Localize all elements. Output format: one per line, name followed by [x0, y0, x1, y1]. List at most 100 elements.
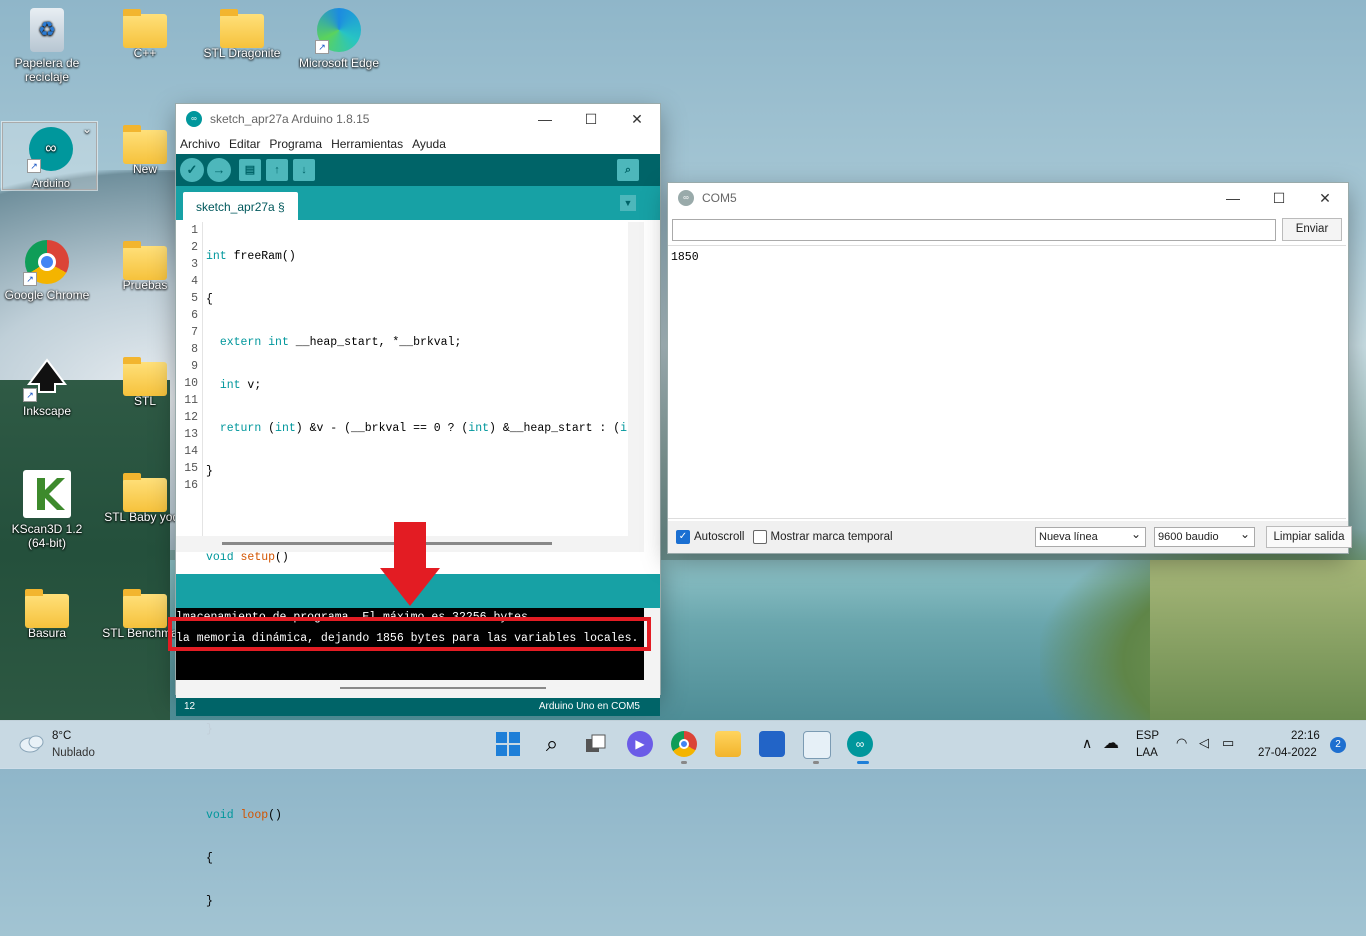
arduino-logo-icon: ∞ [678, 190, 694, 206]
shortcut-arrow-icon: ↗ [23, 388, 37, 402]
shortcut-arrow-icon: ↗ [27, 159, 41, 173]
desktop-icon-inkscape[interactable]: ↗ Inkscape [2, 356, 92, 418]
arduino-logo-icon: ∞ [186, 111, 202, 127]
code-line: } [206, 465, 213, 478]
desktop-icon-stl-dragonite[interactable]: STL Dragonite [197, 8, 287, 60]
maximize-button[interactable]: ☐ [568, 111, 614, 128]
serial-monitor-button[interactable]: ⌕ [617, 159, 639, 181]
upload-button[interactable]: → [207, 158, 231, 182]
maximize-button[interactable]: ☐ [1256, 190, 1302, 207]
line-number: 8 [191, 343, 198, 356]
desktop-icon-edge[interactable]: ↗ Microsoft Edge [294, 8, 384, 70]
running-indicator [681, 761, 687, 764]
footer-line-number: 12 [184, 701, 196, 712]
autoscroll-label: Autoscroll [694, 531, 745, 543]
desktop-icon-cpp-folder[interactable]: C++ [100, 8, 190, 60]
desktop-icon-basura[interactable]: Basura [2, 588, 92, 640]
line-number: 16 [184, 479, 198, 492]
desktop-icon-kscan3d[interactable]: KScan3D 1.2 (64-bit) [2, 470, 92, 550]
desktop-icon-label: KScan3D 1.2 (64-bit) [11, 522, 83, 550]
close-button[interactable]: ✕ [614, 111, 660, 128]
active-indicator [857, 761, 869, 764]
ide-tab-row: sketch_apr27a § ▼ [176, 186, 660, 220]
clock-time[interactable]: 22:16 [1291, 730, 1320, 742]
wallpaper-trees [0, 380, 170, 720]
code-line: int freeRam() [206, 250, 296, 263]
tab-menu-icon[interactable]: ▼ [620, 195, 636, 211]
desktop-icon-recycle-bin[interactable]: ♻ Papelera de reciclaje [2, 8, 92, 84]
notification-badge[interactable]: 2 [1330, 737, 1346, 753]
clear-output-button[interactable]: Limpiar salida [1266, 526, 1352, 548]
wifi-icon[interactable]: ◠ [1176, 735, 1187, 751]
chat-icon[interactable]: ▶ [627, 731, 653, 757]
task-view-icon[interactable] [583, 731, 609, 757]
language-code[interactable]: ESP [1136, 730, 1159, 742]
minimize-button[interactable]: — [522, 111, 568, 128]
desktop-icon-chrome[interactable]: ↗ Google Chrome [2, 240, 92, 302]
close-button[interactable]: ✕ [1302, 190, 1348, 207]
menu-programa[interactable]: Programa [269, 137, 322, 151]
store-icon[interactable] [759, 731, 785, 757]
open-sketch-button[interactable]: ↑ [266, 159, 288, 181]
console-horizontal-scrollbar[interactable] [176, 680, 660, 698]
folder-icon [123, 9, 167, 48]
menu-editar[interactable]: Editar [229, 137, 260, 151]
autoscroll-checkbox[interactable]: ✓ [676, 530, 690, 544]
line-number: 6 [191, 309, 198, 322]
verify-button[interactable]: ✓ [180, 158, 204, 182]
serial-titlebar[interactable]: ∞ COM5 — ☐ ✕ [668, 183, 1348, 213]
weather-desc: Nublado [52, 747, 95, 759]
onedrive-icon[interactable]: ☁ [1103, 733, 1119, 753]
recycle-bin-icon: ♻ [30, 8, 64, 52]
baud-rate-select[interactable]: 9600 baudio [1154, 525, 1255, 547]
volume-icon[interactable]: ◁ [1199, 735, 1209, 751]
serial-send-input[interactable] [672, 219, 1276, 241]
file-explorer-icon[interactable] [715, 731, 741, 757]
search-icon[interactable]: ⌕ [539, 731, 565, 757]
code-editor[interactable]: 1 2 3 4 5 6 7 8 9 10 11 12 13 14 15 16 int freeRam() { … [176, 222, 644, 908]
serial-window-title: COM5 [702, 191, 737, 205]
folder-icon [123, 473, 167, 512]
weather-cloud-icon[interactable] [18, 731, 46, 755]
timestamp-checkbox[interactable] [752, 530, 767, 544]
footer-board: Arduino Uno en COM5 [538, 701, 640, 712]
down-arrow-annotation [380, 522, 440, 606]
line-number: 7 [191, 326, 198, 339]
arduino-taskbar-icon[interactable]: ∞ [847, 731, 873, 757]
line-number: 1 [191, 224, 198, 237]
menu-archivo[interactable]: Archivo [180, 137, 220, 151]
folder-icon [123, 241, 167, 280]
tab-sketch[interactable]: sketch_apr27a § [183, 192, 298, 220]
ide-titlebar[interactable]: ∞ sketch_apr27a Arduino 1.8.15 — ☐ ✕ [176, 104, 660, 134]
menu-ayuda[interactable]: Ayuda [412, 137, 446, 151]
serial-output[interactable]: 1850 [668, 245, 1346, 519]
ide-menubar: Archivo Editar Programa Herramientas Ayu… [176, 134, 660, 154]
code-line: { [206, 293, 213, 306]
chrome-taskbar-icon[interactable] [671, 731, 697, 757]
line-ending-select[interactable]: Nueva línea [1035, 525, 1146, 547]
serial-monitor-window[interactable]: ∞ COM5 — ☐ ✕ Enviar 1850 ✓ Autoscroll Mo… [668, 183, 1352, 553]
minimize-button[interactable]: — [1210, 190, 1256, 207]
line-number: 11 [184, 394, 198, 407]
ide-window-title: sketch_apr27a Arduino 1.8.15 [210, 112, 370, 126]
save-sketch-button[interactable]: ↓ [293, 159, 315, 181]
battery-icon[interactable]: ▭ [1222, 735, 1234, 751]
menu-herramientas[interactable]: Herramientas [331, 137, 403, 151]
clock-date[interactable]: 27-04-2022 [1258, 747, 1317, 759]
start-button[interactable] [495, 731, 521, 757]
desktop-icon-label: STL Dragonite [203, 46, 281, 60]
code-line: { [206, 852, 213, 865]
line-number: 12 [184, 411, 198, 424]
chevron-up-icon[interactable]: ∧ [1082, 735, 1092, 752]
editor-vertical-scrollbar[interactable] [628, 222, 644, 552]
folder-icon [123, 589, 167, 628]
keyboard-layout[interactable]: LAA [1136, 747, 1158, 759]
desktop-icon-label: Microsoft Edge [298, 56, 380, 70]
code-line: } [206, 895, 213, 908]
send-button[interactable]: Enviar [1282, 218, 1342, 241]
new-sketch-button[interactable]: ▤ [239, 159, 261, 181]
arduino-icon: ∞ ↗ [27, 127, 73, 173]
performance-monitor-icon[interactable] [803, 731, 831, 759]
serial-bottom-bar: ✓ Autoscroll Mostrar marca temporal Nuev… [668, 521, 1352, 553]
desktop-icon-arduino[interactable]: ∞ ↗ Arduino [1, 120, 98, 191]
